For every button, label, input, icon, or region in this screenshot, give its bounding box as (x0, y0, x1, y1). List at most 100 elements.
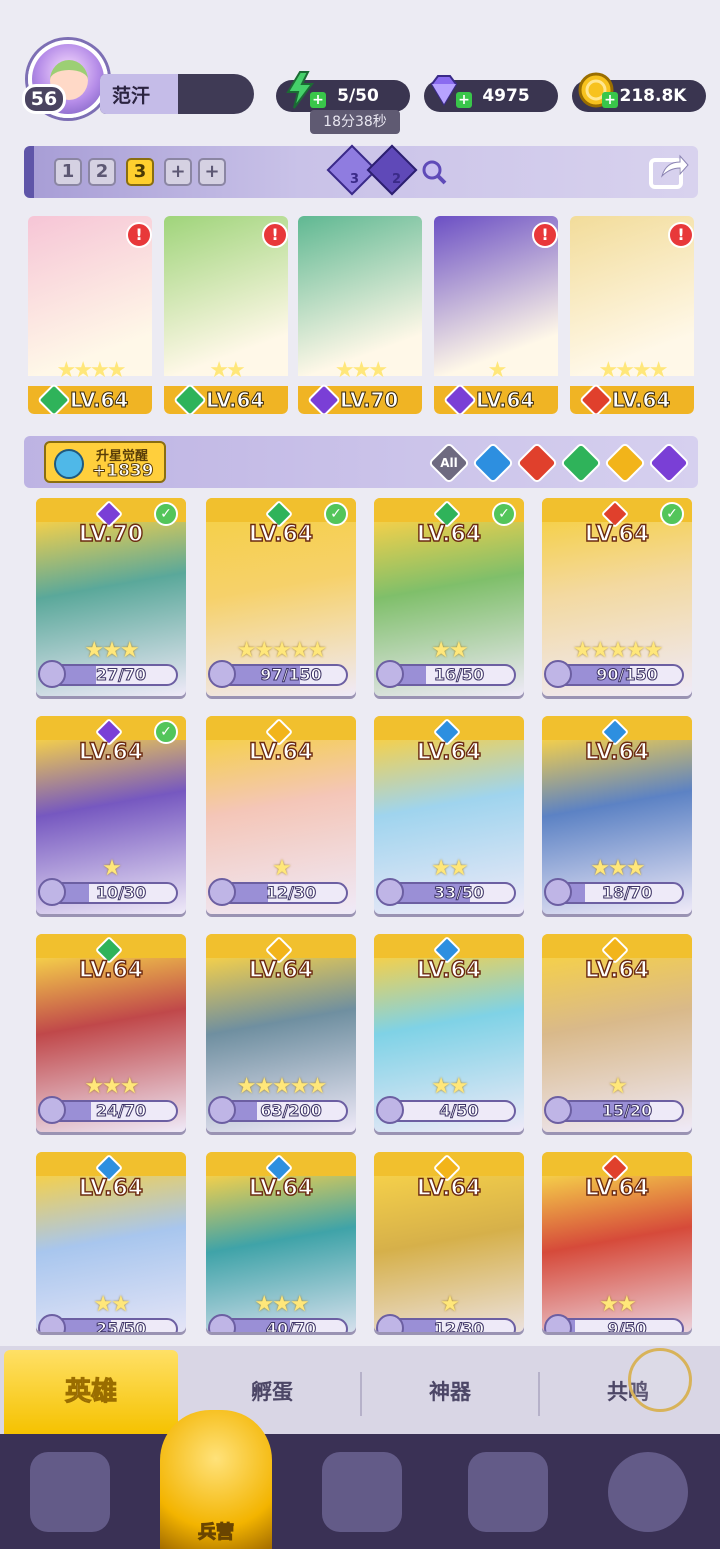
alert-icon: ! (126, 222, 152, 248)
hero-stars: ★★★ (254, 1292, 309, 1317)
energy-add-icon[interactable]: + (310, 92, 326, 108)
hero-card[interactable]: ✓ LV.64 ★ 10/30 (36, 716, 186, 914)
hero-stars: ★ (487, 358, 508, 383)
hero-card[interactable]: LV.64 ★★★★★ 63/200 (206, 934, 356, 1132)
hero-stars: ★★★ (84, 638, 139, 663)
hero-stars: ★ (608, 1074, 628, 1099)
hero-card[interactable]: LV.64 ★★ 25/50 (36, 1152, 186, 1332)
alert-icon: ! (262, 222, 288, 248)
hero-level: LV.64 (416, 1175, 482, 1201)
hero-stars: ★★★★ (598, 358, 669, 383)
hero-level: LV.64 (248, 521, 314, 547)
shard-icon (376, 878, 404, 906)
player-name-bar[interactable]: 范汗 (100, 74, 254, 114)
tab-artifacts[interactable]: 神器 (362, 1350, 538, 1434)
add-team-button-2[interactable]: + (198, 158, 226, 186)
hero-stars: ★★★★★ (236, 1074, 328, 1099)
team-slot-1[interactable]: 1 (54, 158, 82, 186)
team-slot-2[interactable]: 2 (88, 158, 116, 186)
energy-value: 5/50 (337, 86, 379, 106)
hero-level: LV.64 (416, 521, 482, 547)
alert-icon: ! (668, 222, 694, 248)
sparkle-shortcut-icon[interactable] (628, 1348, 692, 1412)
hero-level: LV.70 (78, 521, 144, 547)
gold-value: 218.8K (619, 86, 687, 106)
shard-icon (544, 660, 572, 688)
shard-progress-text: 9/50 (607, 1319, 647, 1332)
hero-level: LV.64 (416, 739, 482, 765)
hero-stars: ★★★ (334, 358, 388, 383)
nav-map-icon[interactable] (322, 1452, 402, 1532)
shard-progress-text: 97/150 (260, 665, 323, 684)
hero-level: LV.64 (584, 739, 650, 765)
hero-card[interactable]: ✓ LV.64 ★★★★★ 90/150 (542, 498, 692, 696)
shard-progress-text: 25/50 (95, 1319, 147, 1332)
hero-level: LV.64 (416, 957, 482, 983)
hero-stars: ★ (440, 1292, 460, 1317)
hero-stars: ★★★ (590, 856, 645, 881)
hero-level: LV.64 (78, 739, 144, 765)
team-slot-3[interactable]: 3 (126, 158, 154, 186)
hero-level: LV.64 (584, 957, 650, 983)
hero-card[interactable]: ✓ LV.64 ★★ 16/50 (374, 498, 524, 696)
nav-mushroom-icon[interactable] (608, 1452, 688, 1532)
shard-progress-text: 24/70 (95, 1101, 147, 1120)
hero-card[interactable]: LV.64 ★★★ 24/70 (36, 934, 186, 1132)
hero-card[interactable]: LV.64 ★★★ 18/70 (542, 716, 692, 914)
hero-card[interactable]: LV.64 ★★ 4/50 (374, 934, 524, 1132)
shard-icon (38, 1096, 66, 1124)
hero-card[interactable]: LV.64 ★ 12/30 (374, 1152, 524, 1332)
filter-all-label: All (440, 456, 458, 470)
hero-level: LV.64 (69, 388, 129, 413)
hero-level: LV.64 (78, 957, 144, 983)
hero-level: LV.64 (611, 388, 671, 413)
player-name: 范汗 (112, 85, 151, 107)
hero-stars: ★★★ (84, 1074, 139, 1099)
shard-progress-text: 63/200 (260, 1101, 323, 1120)
gem-add-icon[interactable]: + (456, 92, 472, 108)
player-level: 56 (22, 84, 66, 114)
shard-icon (208, 660, 236, 688)
shard-icon (38, 878, 66, 906)
hero-card[interactable]: ✓ LV.70 ★★★ 27/70 (36, 498, 186, 696)
hero-level: LV.64 (475, 388, 535, 413)
hero-card[interactable]: ✓ LV.64 ★★★★★ 97/150 (206, 498, 356, 696)
hero-stars: ★★ (599, 1292, 636, 1317)
shard-icon (208, 878, 236, 906)
hero-card[interactable]: LV.64 ★★★ 40/70 (206, 1152, 356, 1332)
tab-heroes[interactable]: 英雄 (4, 1350, 178, 1434)
crystal-count-2: 2 (392, 172, 402, 187)
hero-card[interactable]: LV.64 ★★ 33/50 (374, 716, 524, 914)
energy-timer: 18分38秒 (310, 110, 400, 134)
add-team-button[interactable]: + (164, 158, 192, 186)
hero-stars: ★ (102, 856, 122, 881)
shard-progress-text: 16/50 (433, 665, 485, 684)
search-icon[interactable] (420, 158, 448, 186)
crystal-count-1: 3 (350, 172, 360, 187)
shard-progress-text: 40/70 (265, 1319, 317, 1332)
hero-stars: ★★★★★ (236, 638, 328, 663)
hero-card[interactable]: LV.64 ★ 12/30 (206, 716, 356, 914)
hero-card[interactable]: LV.64 ★ 15/20 (542, 934, 692, 1132)
nav-shop-icon[interactable] (468, 1452, 548, 1532)
hero-stars: ★★ (431, 638, 468, 663)
shard-icon (376, 1096, 404, 1124)
nav-cards-icon[interactable] (30, 1452, 110, 1532)
shard-progress-text: 15/20 (601, 1101, 653, 1120)
shard-progress-text: 33/50 (433, 883, 485, 902)
shard-progress-text: 12/30 (433, 1319, 485, 1332)
hero-stars: ★★ (431, 1074, 468, 1099)
shard-progress-text: 12/30 (265, 883, 317, 902)
nav-barracks[interactable]: 兵营 (160, 1410, 272, 1549)
gem-value: 4975 (482, 86, 530, 106)
hero-level: LV.64 (248, 739, 314, 765)
hero-stars: ★★★★ (56, 358, 127, 383)
share-icon[interactable] (648, 152, 690, 190)
hero-level: LV.64 (584, 521, 650, 547)
hero-level: LV.64 (248, 957, 314, 983)
shard-icon (208, 1096, 236, 1124)
hero-card[interactable]: LV.64 ★★ 9/50 (542, 1152, 692, 1332)
gold-add-icon[interactable]: + (602, 92, 618, 108)
awaken-key-button[interactable]: 升星觉醒 +1839 (44, 441, 166, 483)
team-hero-card[interactable]: ★★★ LV.70 (298, 216, 422, 414)
